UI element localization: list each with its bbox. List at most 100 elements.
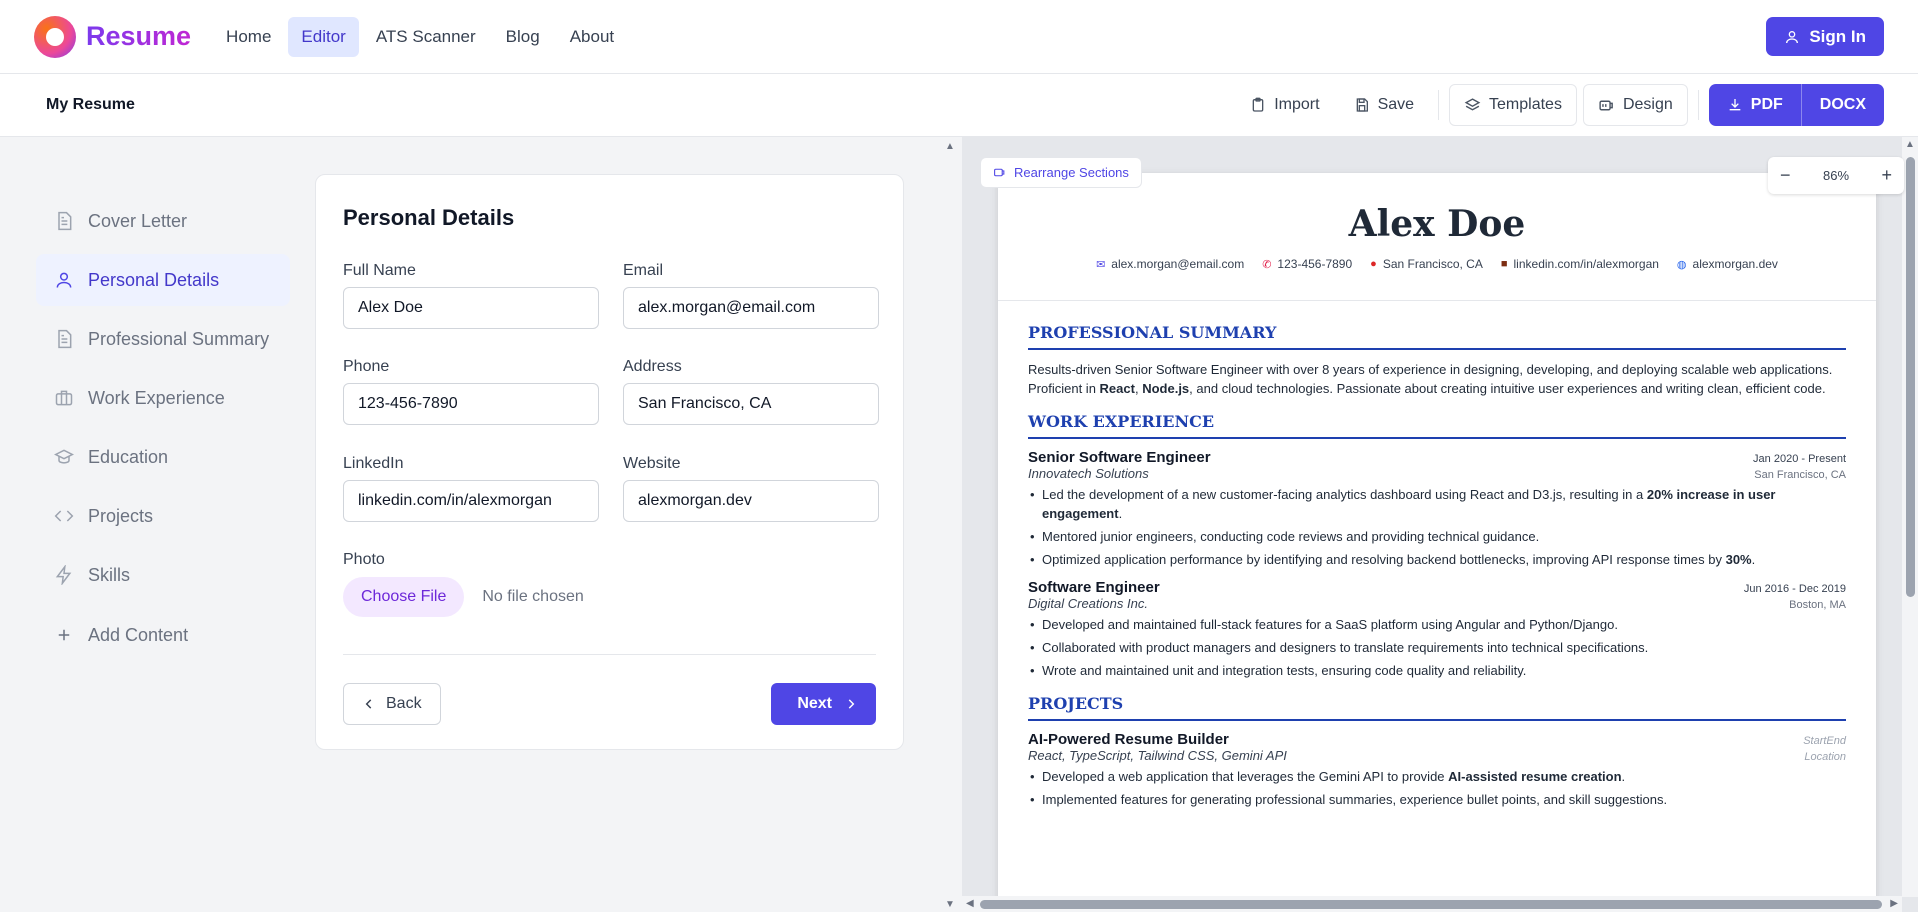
scroll-right-icon[interactable]: ▶ — [1890, 898, 1898, 909]
address-field: Address San Francisco, CA — [623, 358, 879, 425]
section-heading: PROFESSIONAL SUMMARY — [1028, 323, 1846, 350]
email-input[interactable]: alex.morgan@email.com — [623, 287, 879, 329]
sidebar-item-work-experience[interactable]: Work Experience — [36, 372, 290, 424]
job-title: Senior Software Engineer — [1028, 449, 1211, 466]
project-location: Location — [1804, 751, 1846, 763]
code-icon — [54, 506, 74, 526]
contact-linkedin-text: linkedin.com/in/alexmorgan — [1513, 257, 1659, 271]
brand[interactable]: Resume — [34, 15, 191, 58]
docx-label: DOCX — [1819, 96, 1866, 113]
list-item: Led the development of a new customer-fa… — [1028, 485, 1846, 523]
back-button[interactable]: Back — [343, 683, 441, 725]
document-title[interactable]: My Resume — [46, 96, 135, 114]
sidebar-item-projects[interactable]: Projects — [36, 490, 290, 542]
scroll-down-icon[interactable]: ▼ — [945, 899, 955, 910]
list-item: Optimized application performance by ide… — [1028, 550, 1846, 569]
list-item: Collaborated with product managers and d… — [1028, 638, 1846, 657]
design-label: Design — [1622, 96, 1673, 113]
scroll-left-icon[interactable]: ◀ — [966, 898, 974, 909]
contact-linkedin: ■ linkedin.com/in/alexmorgan — [1501, 257, 1659, 271]
edit-icon — [994, 168, 1005, 177]
zoom-in-button[interactable]: + — [1881, 165, 1892, 186]
export-pdf-button[interactable]: PDF — [1709, 84, 1801, 126]
chevron-left-icon — [365, 699, 372, 709]
sidebar-item-professional-summary[interactable]: Professional Summary — [36, 313, 290, 365]
sidebar-item-label: Skills — [88, 564, 131, 585]
clipboard-icon — [1252, 97, 1264, 112]
list-item: Mentored junior engineers, conducting co… — [1028, 527, 1846, 546]
next-button[interactable]: Next — [771, 683, 876, 725]
editor-scrollbar[interactable]: ▲ ▼ — [941, 137, 959, 912]
resume-name: Alex Doe — [1348, 203, 1526, 245]
phone-input[interactable]: 123-456-7890 — [343, 383, 599, 425]
plus-icon — [54, 625, 74, 645]
sidebar-item-personal-details[interactable]: Personal Details — [36, 254, 290, 306]
scrollbar-thumb[interactable] — [980, 900, 1882, 909]
project-date: StartEnd — [1803, 735, 1846, 747]
full-name-input[interactable]: Alex Doe — [343, 287, 599, 329]
nav-about[interactable]: About — [557, 17, 627, 57]
export-docx-button[interactable]: DOCX — [1800, 84, 1884, 126]
preview-horizontal-scrollbar[interactable]: ◀ ▶ — [962, 896, 1902, 912]
add-content-button[interactable]: Add Content — [36, 609, 290, 661]
preview-vertical-scrollbar[interactable]: ▲ — [1902, 137, 1918, 897]
templates-button[interactable]: Templates — [1449, 84, 1577, 126]
linkedin-input[interactable]: linkedin.com/in/alexmorgan — [343, 480, 599, 522]
import-button[interactable]: Import — [1236, 84, 1333, 126]
save-button[interactable]: Save — [1340, 84, 1428, 126]
sidebar-item-skills[interactable]: Skills — [36, 549, 290, 601]
sidebar-item-cover-letter[interactable]: Cover Letter — [36, 195, 290, 247]
next-label: Next — [797, 695, 832, 712]
summary-text: Results-driven Senior Software Engineer … — [1028, 362, 1833, 396]
scroll-up-icon[interactable]: ▲ — [1905, 139, 1915, 150]
scrollbar-thumb[interactable] — [1906, 157, 1915, 597]
sign-in-button[interactable]: Sign In — [1766, 17, 1884, 56]
nav-editor[interactable]: Editor — [288, 16, 359, 57]
phone-field: Phone 123-456-7890 — [343, 358, 599, 425]
nav-blog[interactable]: Blog — [493, 17, 553, 57]
job-title: Software Engineer — [1028, 579, 1160, 596]
website-input[interactable]: alexmorgan.dev — [623, 480, 879, 522]
document-icon — [54, 211, 74, 231]
resume-page: Alex Doe ✉ alex.morgan@email.com ✆ 123-456… — [998, 173, 1876, 912]
contact-phone-text: 123-456-7890 — [1277, 257, 1353, 271]
sidebar-item-label: Projects — [88, 505, 154, 526]
list-item: Developed a web application that leverag… — [1028, 767, 1846, 786]
zoom-out-button[interactable]: − — [1780, 165, 1791, 186]
design-button[interactable]: Design — [1582, 84, 1688, 126]
user-icon — [1786, 30, 1799, 43]
phone-label: Phone — [343, 358, 390, 375]
full-name-field: Full Name Alex Doe — [343, 262, 599, 329]
choose-file-button[interactable]: Choose File — [343, 577, 465, 617]
list-item: Wrote and maintained unit and integratio… — [1028, 661, 1846, 680]
form-title: Personal Details — [343, 205, 515, 230]
toolbar-divider — [1438, 90, 1440, 120]
divider — [343, 654, 876, 655]
lightning-icon — [54, 565, 74, 585]
email-field: Email alex.morgan@email.com — [623, 262, 879, 329]
project-bullets: Developed a web application that leverag… — [1028, 767, 1846, 809]
linkedin-label: LinkedIn — [343, 455, 404, 472]
sidebar-item-label: Personal Details — [88, 269, 220, 290]
contact-location: ● San Francisco, CA — [1370, 257, 1483, 271]
full-name-label: Full Name — [343, 262, 416, 279]
job-entry: Software Engineer Jun 2016 - Dec 2019 Dig… — [1028, 579, 1846, 680]
sidebar-item-label: Work Experience — [88, 387, 225, 408]
job-company: Digital Creations Inc. — [1028, 596, 1148, 611]
contact-phone: ✆ 123-456-7890 — [1262, 257, 1352, 271]
scroll-up-icon[interactable]: ▲ — [945, 141, 955, 152]
sidebar-item-education[interactable]: Education — [36, 431, 290, 483]
export-group: PDF DOCX — [1708, 84, 1884, 126]
photo-upload: Choose File No file chosen — [343, 577, 584, 617]
resume-body: PROFESSIONAL SUMMARY Results-driven Seni… — [1028, 323, 1846, 813]
nav-ats-scanner[interactable]: ATS Scanner — [363, 17, 489, 57]
contact-email-text: alex.morgan@email.com — [1111, 257, 1245, 271]
toolbar-divider — [1697, 90, 1699, 120]
rearrange-sections-button[interactable]: Rearrange Sections — [980, 157, 1142, 188]
palette-icon — [1599, 100, 1613, 110]
nav-home[interactable]: Home — [213, 17, 284, 57]
sidebar-item-label: Professional Summary — [88, 328, 270, 349]
linkedin-field: LinkedIn linkedin.com/in/alexmorgan — [343, 455, 599, 522]
address-input[interactable]: San Francisco, CA — [623, 383, 879, 425]
contact-website-text: alexmorgan.dev — [1692, 257, 1778, 271]
